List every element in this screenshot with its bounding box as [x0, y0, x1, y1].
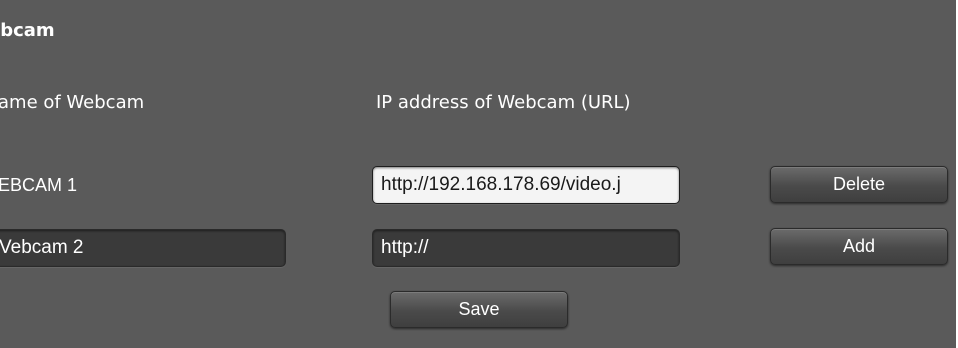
- section-title: ebcam: [0, 20, 55, 41]
- column-header-url: IP address of Webcam (URL): [376, 92, 631, 113]
- webcam-1-name: EBCAM 1: [0, 175, 78, 195]
- add-webcam-button[interactable]: Add: [770, 228, 948, 265]
- webcam-2-url-field[interactable]: [372, 229, 680, 267]
- save-button[interactable]: Save: [390, 291, 568, 328]
- webcam-2-name-field[interactable]: [0, 229, 286, 267]
- webcam-panel: ebcam ame of Webcam IP address of Webcam…: [0, 0, 956, 348]
- delete-webcam-1-button[interactable]: Delete: [770, 166, 948, 203]
- column-header-name: ame of Webcam: [0, 92, 145, 113]
- webcam-1-url-field[interactable]: [372, 166, 680, 204]
